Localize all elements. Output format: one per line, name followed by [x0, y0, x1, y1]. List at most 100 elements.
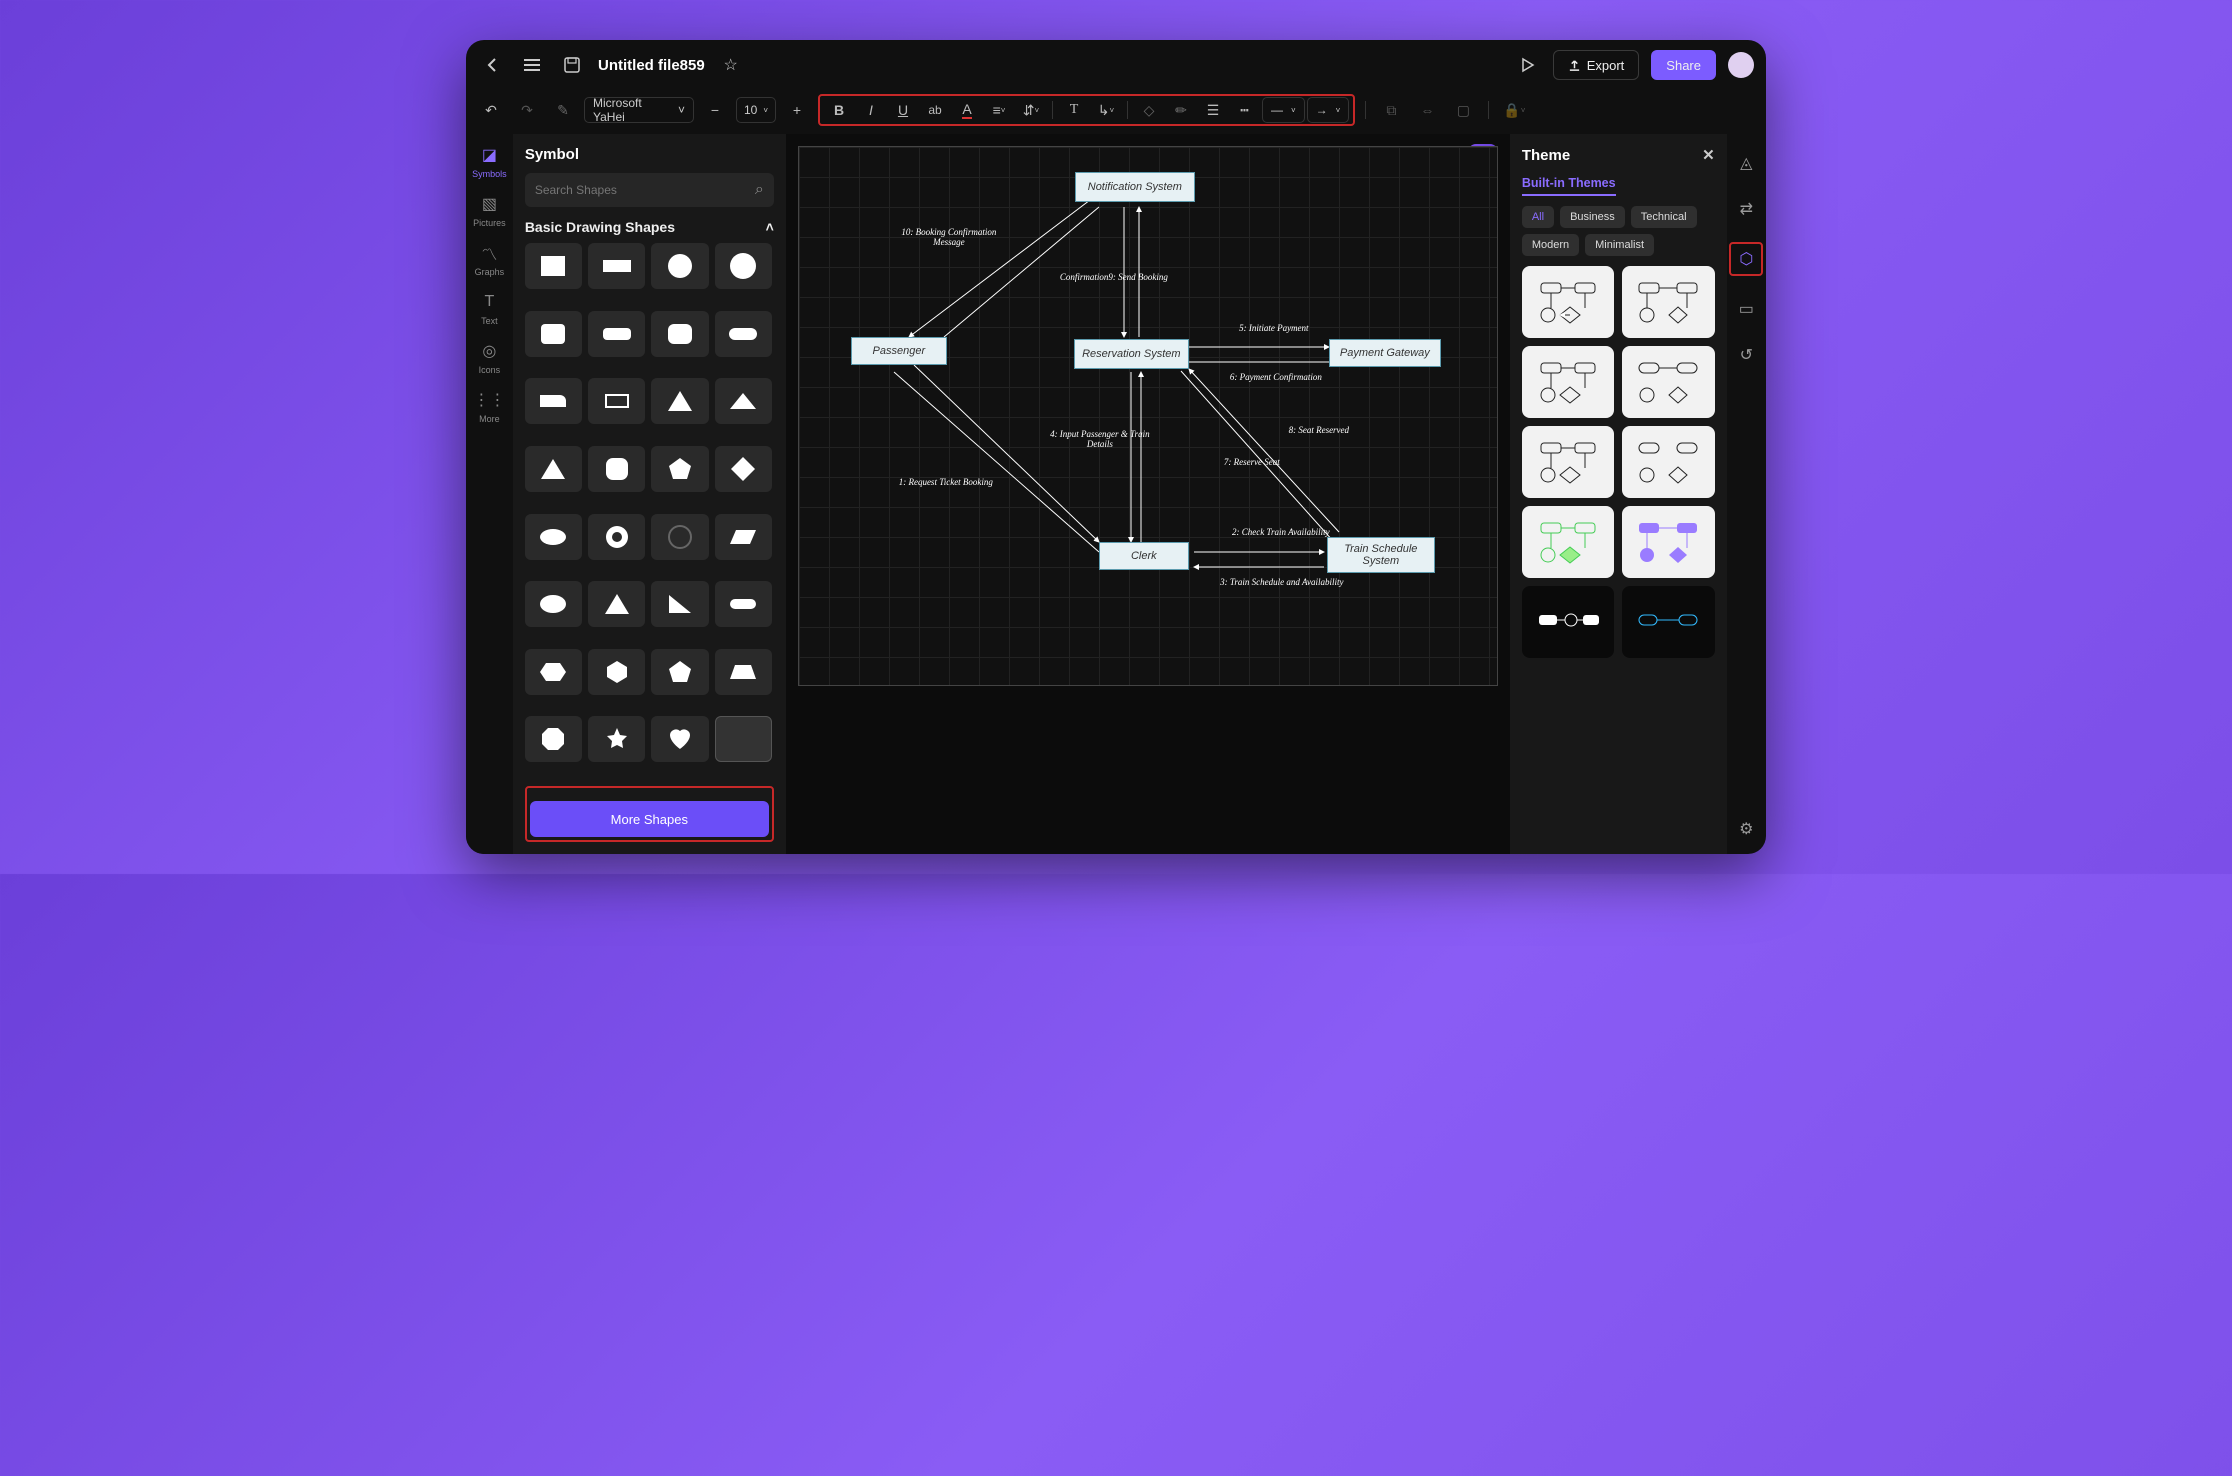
fill-tool-icon[interactable]: ◬: [1733, 150, 1759, 176]
avatar[interactable]: [1728, 52, 1754, 78]
rail-pictures[interactable]: ▧Pictures: [468, 193, 510, 228]
theme-tool-icon[interactable]: ⬡: [1733, 246, 1759, 272]
swap-icon[interactable]: ⇄: [1733, 196, 1759, 222]
theme-card[interactable]: [1622, 506, 1714, 578]
share-button[interactable]: Share: [1651, 50, 1716, 80]
shape-ellipse-filled[interactable]: [715, 243, 772, 289]
shape-rounded-square-2[interactable]: [651, 311, 708, 357]
line-dash-button[interactable]: ┅: [1230, 97, 1260, 123]
shape-rounded-rect[interactable]: [588, 311, 645, 357]
shape-trapezoid[interactable]: [715, 649, 772, 695]
font-size-input[interactable]: 10 ˅: [736, 97, 776, 123]
shape-pentagon-2[interactable]: [651, 649, 708, 695]
shape-triangle-wide[interactable]: [715, 378, 772, 424]
node-payment[interactable]: Payment Gateway: [1329, 339, 1441, 367]
italic-button[interactable]: I: [856, 97, 886, 123]
history-icon[interactable]: ↺: [1733, 342, 1759, 368]
align-objects-button[interactable]: ⇔: [1412, 97, 1442, 123]
shape-hexagon[interactable]: [525, 649, 582, 695]
theme-card[interactable]: [1522, 506, 1614, 578]
format-painter-button[interactable]: ✎: [548, 97, 578, 123]
shape-triangle-up[interactable]: [525, 446, 582, 492]
play-button[interactable]: [1513, 51, 1541, 79]
node-clerk[interactable]: Clerk: [1099, 542, 1189, 570]
theme-card[interactable]: [1522, 586, 1614, 658]
theme-card[interactable]: [1622, 426, 1714, 498]
chip-all[interactable]: All: [1522, 206, 1554, 228]
shape-square[interactable]: [525, 243, 582, 289]
font-size-increase[interactable]: +: [782, 97, 812, 123]
shape-rounded-rect-2[interactable]: [715, 311, 772, 357]
line-weight-button[interactable]: ☰: [1198, 97, 1228, 123]
diagram-sheet[interactable]: Notification System Passenger Reservatio…: [798, 146, 1498, 686]
shape-rounded-square[interactable]: [525, 311, 582, 357]
lock-button[interactable]: 🔒˅: [1499, 97, 1529, 123]
shape-frame[interactable]: [588, 378, 645, 424]
shape-parallelogram[interactable]: [715, 514, 772, 560]
shape-star[interactable]: [588, 716, 645, 762]
bold-button[interactable]: B: [824, 97, 854, 123]
theme-card[interactable]: [1522, 266, 1614, 338]
theme-card[interactable]: [1622, 586, 1714, 658]
shape-tab[interactable]: [525, 378, 582, 424]
search-shapes[interactable]: ⌕: [525, 173, 774, 207]
menu-button[interactable]: [518, 51, 546, 79]
chip-modern[interactable]: Modern: [1522, 234, 1579, 256]
shapes-section-header[interactable]: Basic Drawing Shapes ˄: [525, 219, 774, 235]
shape-stadium[interactable]: [715, 581, 772, 627]
node-notification[interactable]: Notification System: [1075, 172, 1195, 202]
line-start-select[interactable]: — ˅: [1262, 97, 1305, 123]
theme-tab-builtin[interactable]: Built-in Themes: [1522, 176, 1616, 196]
line-end-select[interactable]: → ˅: [1307, 97, 1350, 123]
close-icon[interactable]: ✕: [1702, 146, 1715, 164]
shape-heart[interactable]: [651, 716, 708, 762]
group-button[interactable]: ⧉: [1376, 97, 1406, 123]
chip-business[interactable]: Business: [1560, 206, 1625, 228]
shape-pentagon[interactable]: [651, 446, 708, 492]
node-reservation[interactable]: Reservation System: [1074, 339, 1189, 369]
shape-triangle-2[interactable]: [588, 581, 645, 627]
align-horizontal-button[interactable]: ≡˅: [984, 97, 1014, 123]
connector-button[interactable]: ↳˅: [1091, 97, 1121, 123]
rail-graphs[interactable]: 〽Graphs: [468, 242, 510, 277]
font-family-select[interactable]: Microsoft YaHei ˅: [584, 97, 694, 123]
stroke-color-button[interactable]: ✏: [1166, 97, 1196, 123]
lowercase-button[interactable]: ab: [920, 97, 950, 123]
shape-donut[interactable]: [588, 514, 645, 560]
underline-button[interactable]: U: [888, 97, 918, 123]
theme-card[interactable]: [1622, 346, 1714, 418]
shape-hexagon-2[interactable]: [588, 649, 645, 695]
shape-right-triangle[interactable]: [651, 581, 708, 627]
theme-card[interactable]: [1522, 346, 1614, 418]
redo-button[interactable]: ↷: [512, 97, 542, 123]
font-size-decrease[interactable]: −: [700, 97, 730, 123]
text-tool-button[interactable]: T: [1059, 97, 1089, 123]
theme-card[interactable]: [1522, 426, 1614, 498]
arrange-button[interactable]: ▢: [1448, 97, 1478, 123]
shape-octagon-rounded[interactable]: [588, 446, 645, 492]
shape-ellipse-2[interactable]: [525, 581, 582, 627]
shape-octagon[interactable]: [525, 716, 582, 762]
more-shapes-button[interactable]: More Shapes: [530, 801, 769, 837]
save-icon[interactable]: [558, 51, 586, 79]
node-schedule[interactable]: Train Schedule System: [1327, 537, 1435, 573]
shape-empty[interactable]: [715, 716, 772, 762]
search-input[interactable]: [535, 183, 755, 197]
shape-circle[interactable]: [651, 243, 708, 289]
shape-circle-outline[interactable]: [651, 514, 708, 560]
rail-text[interactable]: TText: [468, 291, 510, 326]
theme-card[interactable]: [1622, 266, 1714, 338]
chip-minimalist[interactable]: Minimalist: [1585, 234, 1654, 256]
shape-rectangle[interactable]: [588, 243, 645, 289]
back-button[interactable]: [478, 51, 506, 79]
fill-button[interactable]: ◇: [1134, 97, 1164, 123]
align-vertical-button[interactable]: ⇵˅: [1016, 97, 1046, 123]
rail-symbols[interactable]: ◪Symbols: [468, 144, 510, 179]
shape-diamond[interactable]: [715, 446, 772, 492]
chip-technical[interactable]: Technical: [1631, 206, 1697, 228]
present-icon[interactable]: ▭: [1733, 296, 1759, 322]
export-button[interactable]: Export: [1553, 50, 1640, 80]
node-passenger[interactable]: Passenger: [851, 337, 947, 365]
shape-ellipse[interactable]: [525, 514, 582, 560]
canvas-area[interactable]: ⫽: [786, 134, 1510, 854]
